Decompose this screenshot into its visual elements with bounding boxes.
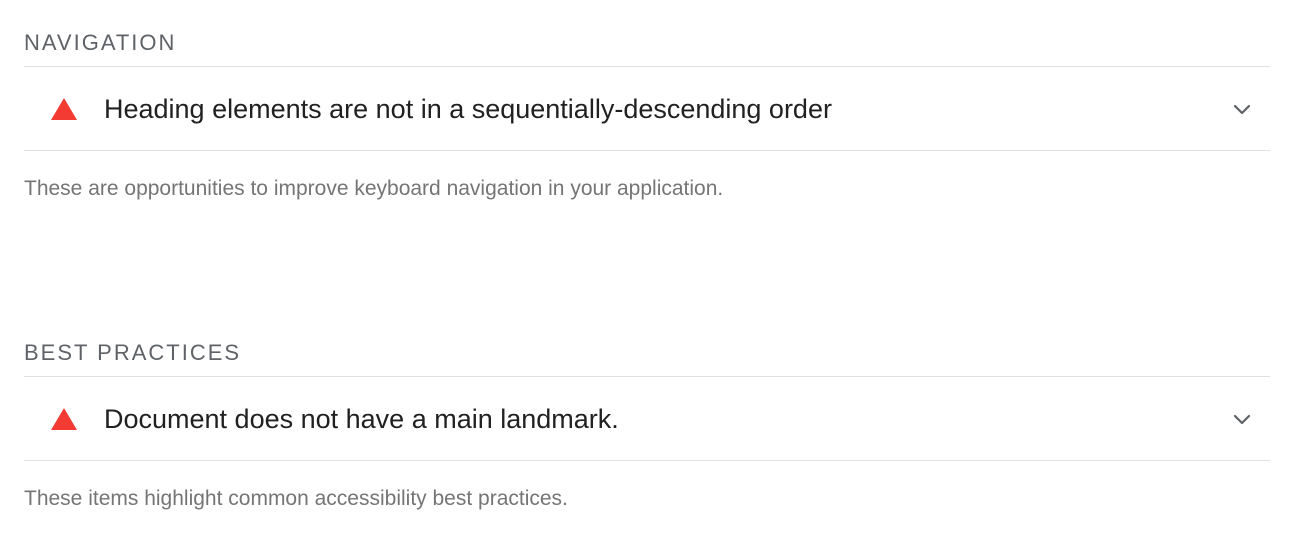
fail-triangle-icon: [51, 407, 77, 431]
section-description: These are opportunities to improve keybo…: [24, 177, 724, 200]
section-title: BEST PRACTICES: [24, 340, 242, 365]
best-practices-section: BEST PRACTICES Document does not have a …: [24, 338, 1270, 513]
divider: [24, 150, 1270, 151]
chevron-down-icon[interactable]: [1231, 408, 1253, 430]
audit-item-main-landmark[interactable]: Document does not have a main landmark.: [24, 377, 1270, 460]
navigation-section: NAVIGATION Heading elements are not in a…: [24, 28, 1270, 203]
divider: [24, 460, 1270, 461]
audit-item-heading-order[interactable]: Heading elements are not in a sequential…: [24, 67, 1270, 150]
audit-title: Document does not have a main landmark.: [104, 403, 619, 434]
chevron-down-icon[interactable]: [1231, 98, 1253, 120]
audit-title: Heading elements are not in a sequential…: [104, 93, 832, 124]
accessibility-audit-panel: NAVIGATION Heading elements are not in a…: [0, 0, 1304, 552]
section-title: NAVIGATION: [24, 30, 177, 55]
section-description: These items highlight common accessibili…: [24, 487, 568, 510]
fail-triangle-icon: [51, 97, 77, 121]
